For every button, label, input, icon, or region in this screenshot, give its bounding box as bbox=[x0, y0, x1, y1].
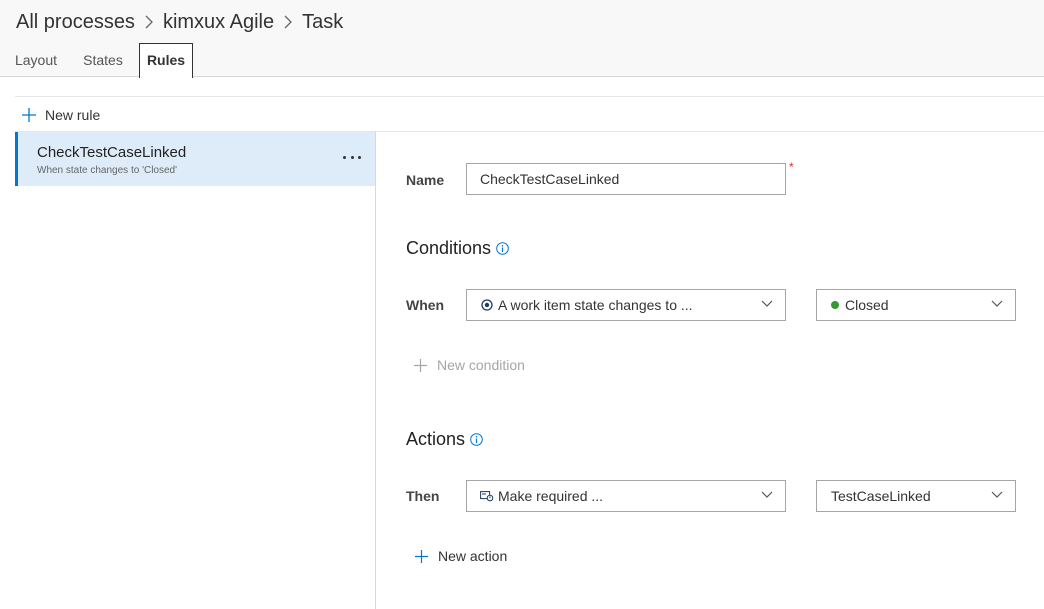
action-type-dropdown[interactable]: Make required ... bbox=[466, 480, 786, 512]
when-label: When bbox=[406, 297, 445, 313]
conditions-title: Conditions bbox=[406, 238, 492, 258]
condition-value: Closed bbox=[845, 297, 889, 313]
state-change-icon bbox=[480, 298, 494, 312]
ellipsis-icon[interactable] bbox=[343, 149, 361, 165]
chevron-right-icon bbox=[274, 10, 302, 34]
condition-type-dropdown[interactable]: A work item state changes to ... bbox=[466, 289, 786, 321]
plus-icon bbox=[414, 358, 427, 372]
action-field-dropdown[interactable]: TestCaseLinked bbox=[816, 480, 1016, 512]
chevron-down-icon bbox=[761, 300, 773, 307]
new-action-button[interactable]: New action bbox=[415, 548, 507, 564]
condition-type-value: A work item state changes to ... bbox=[498, 297, 693, 313]
info-icon[interactable] bbox=[496, 242, 509, 255]
new-rule-label: New rule bbox=[45, 107, 101, 123]
tab-states[interactable]: States bbox=[75, 43, 131, 77]
breadcrumb-all-processes[interactable]: All processes bbox=[16, 11, 135, 34]
name-label: Name bbox=[406, 172, 445, 188]
plus-icon bbox=[22, 108, 36, 122]
new-action-label: New action bbox=[438, 548, 508, 564]
status-dot-icon bbox=[831, 301, 839, 309]
new-rule-button[interactable]: New rule bbox=[22, 105, 100, 125]
actions-heading: Actions bbox=[406, 429, 483, 450]
rule-description: When state changes to 'Closed' bbox=[37, 165, 178, 176]
tab-layout[interactable]: Layout bbox=[8, 43, 64, 77]
rules-list: CheckTestCaseLinked When state changes t… bbox=[15, 131, 376, 609]
breadcrumb-process[interactable]: kimxux Agile bbox=[163, 11, 274, 34]
condition-value-dropdown[interactable]: Closed bbox=[816, 289, 1016, 321]
action-type-value: Make required ... bbox=[498, 488, 604, 504]
action-field-value: TestCaseLinked bbox=[831, 488, 931, 504]
plus-icon bbox=[415, 549, 428, 563]
info-icon[interactable] bbox=[470, 433, 483, 446]
chevron-down-icon bbox=[991, 491, 1003, 498]
conditions-heading: Conditions bbox=[406, 238, 509, 259]
tab-rules[interactable]: Rules bbox=[139, 43, 193, 78]
then-label: Then bbox=[406, 488, 440, 504]
rule-name-input[interactable]: CheckTestCaseLinked bbox=[466, 163, 786, 195]
make-required-icon bbox=[480, 489, 494, 503]
breadcrumb: All processes kimxux Agile Task bbox=[16, 10, 343, 34]
rule-name: CheckTestCaseLinked bbox=[37, 144, 187, 161]
rules-toolbar: New rule bbox=[15, 96, 1044, 132]
new-condition-button[interactable]: New condition bbox=[414, 357, 525, 373]
actions-title: Actions bbox=[406, 429, 466, 449]
required-marker: * bbox=[789, 160, 794, 174]
chevron-right-icon bbox=[135, 10, 163, 34]
new-condition-label: New condition bbox=[437, 357, 525, 373]
chevron-down-icon bbox=[991, 300, 1003, 307]
rule-list-item[interactable]: CheckTestCaseLinked When state changes t… bbox=[15, 132, 375, 186]
page-header: All processes kimxux Agile Task Layout S… bbox=[0, 0, 1044, 78]
rule-editor: Name CheckTestCaseLinked * Conditions Wh… bbox=[376, 131, 1044, 609]
chevron-down-icon bbox=[761, 491, 773, 498]
breadcrumb-work-item-type: Task bbox=[302, 10, 344, 33]
